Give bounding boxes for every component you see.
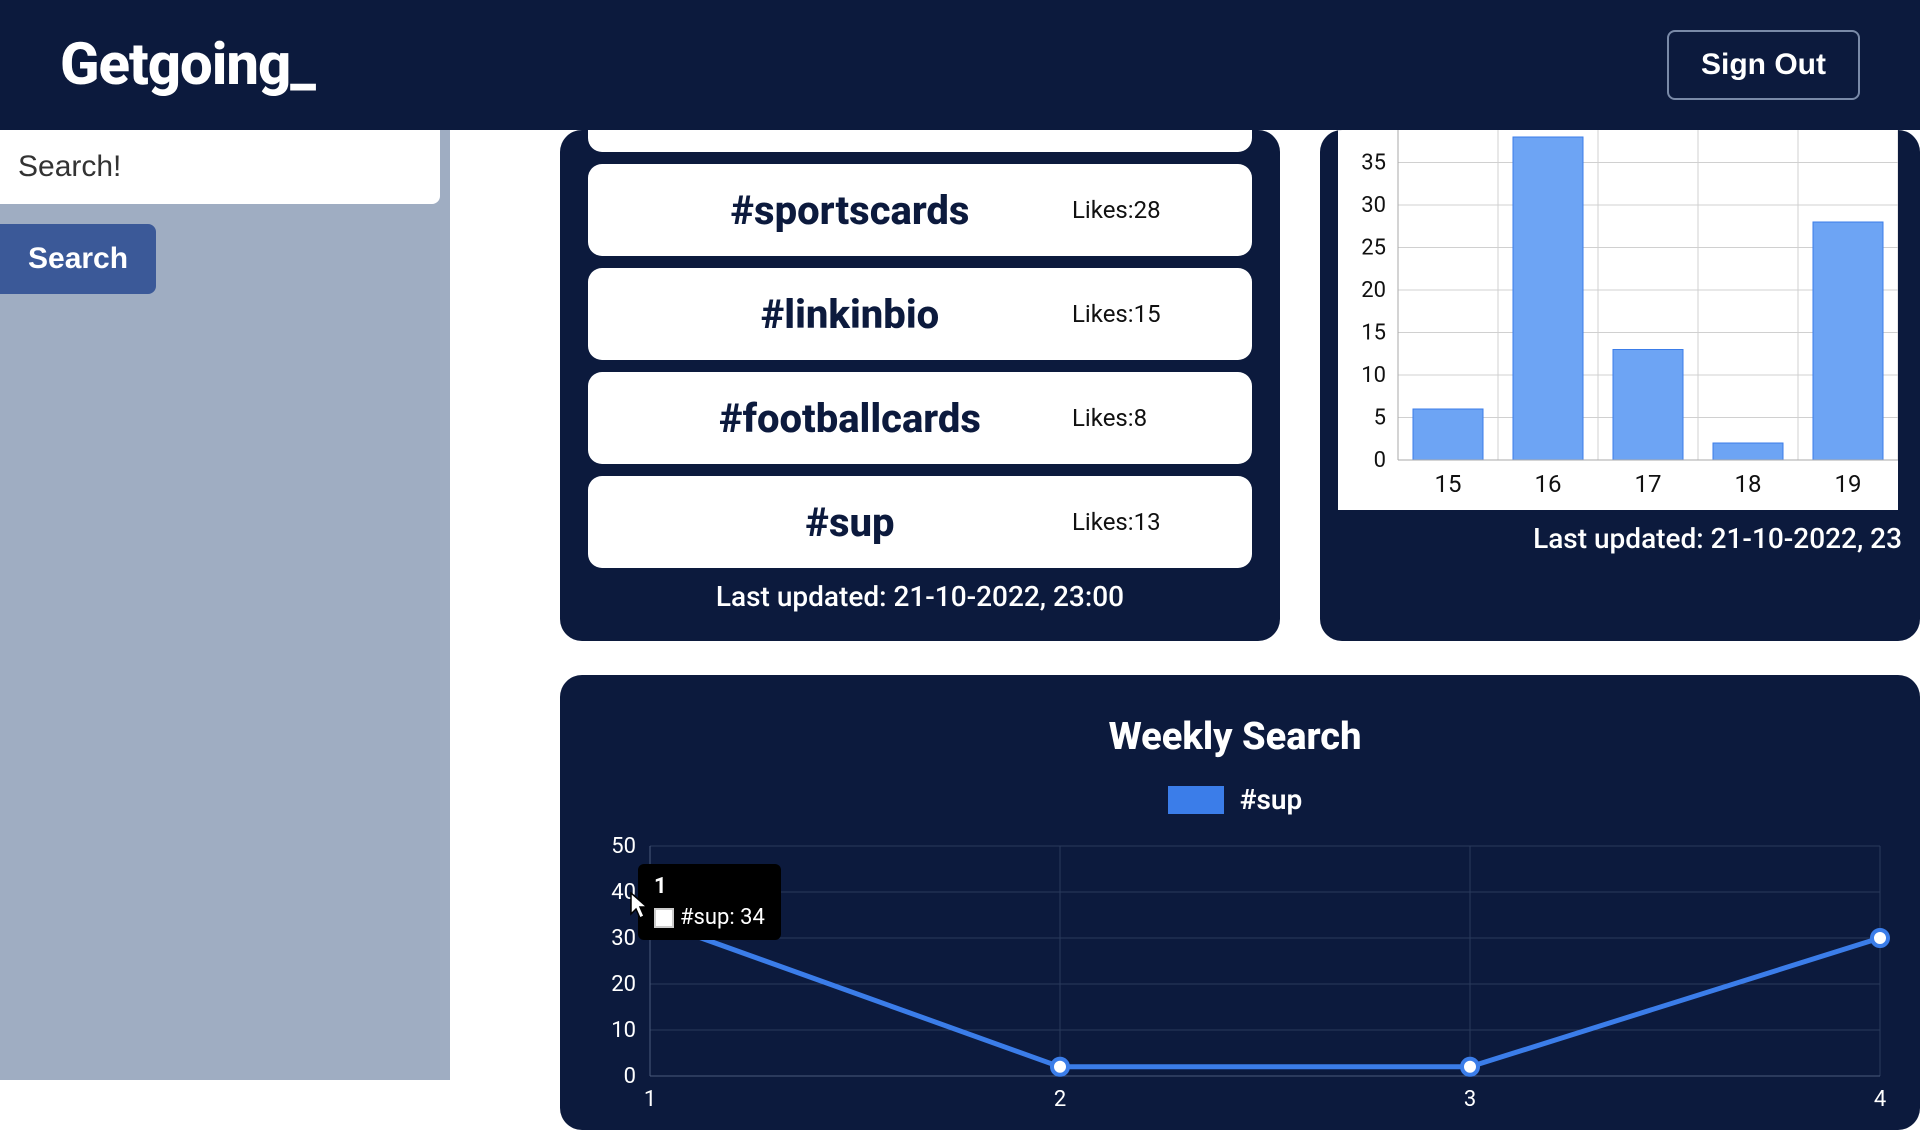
bar-chart-card: 0 5 10 15 20 25 30 35 40 15 16 17 18 19 Last updated:… [1320, 130, 1920, 641]
svg-text:3: 3 [1464, 1087, 1476, 1112]
likes-count: Likes:13 [1072, 508, 1212, 536]
svg-text:20: 20 [611, 972, 636, 997]
tooltip-value: #sup: 34 [680, 905, 765, 930]
sign-out-button[interactable]: Sign Out [1667, 30, 1860, 100]
svg-text:25: 25 [1361, 236, 1386, 261]
svg-text:10: 10 [611, 1018, 636, 1043]
main-panel: #sportscards Likes:28 #linkinbio Likes:1… [450, 130, 1920, 1080]
chart-legend: #sup [590, 783, 1880, 816]
svg-text:35: 35 [1361, 151, 1386, 176]
sidebar: Search [0, 130, 450, 1080]
svg-text:40: 40 [1361, 130, 1386, 133]
search-input[interactable] [0, 130, 440, 204]
svg-text:15: 15 [1435, 470, 1462, 498]
chart-title: Weekly Search [590, 715, 1880, 759]
svg-text:19: 19 [1835, 470, 1862, 498]
line-chart: 010203040501234 1 #sup: 34 [590, 836, 1880, 1120]
svg-text:40: 40 [611, 880, 636, 905]
svg-text:18: 18 [1735, 470, 1762, 498]
hashtag-name: #linkinbio [628, 291, 1072, 338]
likes-count: Likes:15 [1072, 300, 1212, 328]
svg-text:16: 16 [1535, 470, 1562, 498]
hashtag-name: #sup [628, 499, 1072, 546]
svg-text:30: 30 [1361, 193, 1386, 218]
svg-text:4: 4 [1874, 1087, 1886, 1112]
legend-swatch-icon [1168, 786, 1224, 814]
app-logo: Getgoing_ [60, 31, 315, 99]
svg-text:17: 17 [1635, 470, 1662, 498]
svg-text:10: 10 [1361, 363, 1386, 388]
hashtag-name: #footballcards [628, 395, 1072, 442]
bar-chart: 0 5 10 15 20 25 30 35 40 15 16 17 18 19 [1338, 130, 1898, 510]
content-area: Search #sportscards Likes:28 #linkinbio … [0, 130, 1920, 1080]
likes-count: Likes:8 [1072, 404, 1212, 432]
svg-text:5: 5 [1374, 406, 1386, 431]
search-button[interactable]: Search [0, 224, 156, 294]
last-updated-label: Last updated: 21-10-2022, 23:00 [588, 580, 1252, 613]
svg-text:0: 0 [1374, 448, 1386, 473]
svg-text:0: 0 [624, 1064, 636, 1089]
list-item [588, 130, 1252, 152]
chart-tooltip: 1 #sup: 34 [638, 864, 781, 940]
tooltip-index: 1 [654, 874, 765, 899]
app-header: Getgoing_ Sign Out [0, 0, 1920, 130]
svg-text:30: 30 [611, 926, 636, 951]
svg-text:20: 20 [1361, 278, 1386, 303]
svg-text:2: 2 [1054, 1087, 1066, 1112]
legend-label: #sup [1240, 783, 1303, 816]
svg-text:50: 50 [611, 836, 636, 859]
svg-text:15: 15 [1361, 321, 1386, 346]
hashtag-likes-card: #sportscards Likes:28 #linkinbio Likes:1… [560, 130, 1280, 641]
tooltip-swatch-icon [654, 908, 674, 928]
likes-count: Likes:28 [1072, 196, 1212, 224]
last-updated-label: Last updated: 21-10-2022, 23 [1348, 522, 1902, 555]
weekly-search-card: Weekly Search #sup 0 10 20 30 40 50 1 2 3 4 1 #su… [560, 675, 1920, 1130]
hashtag-name: #sportscards [628, 187, 1072, 234]
svg-text:1: 1 [644, 1087, 656, 1112]
list-item[interactable]: #sup Likes:13 [588, 476, 1252, 568]
list-item[interactable]: #footballcards Likes:8 [588, 372, 1252, 464]
list-item[interactable]: #sportscards Likes:28 [588, 164, 1252, 256]
list-item[interactable]: #linkinbio Likes:15 [588, 268, 1252, 360]
